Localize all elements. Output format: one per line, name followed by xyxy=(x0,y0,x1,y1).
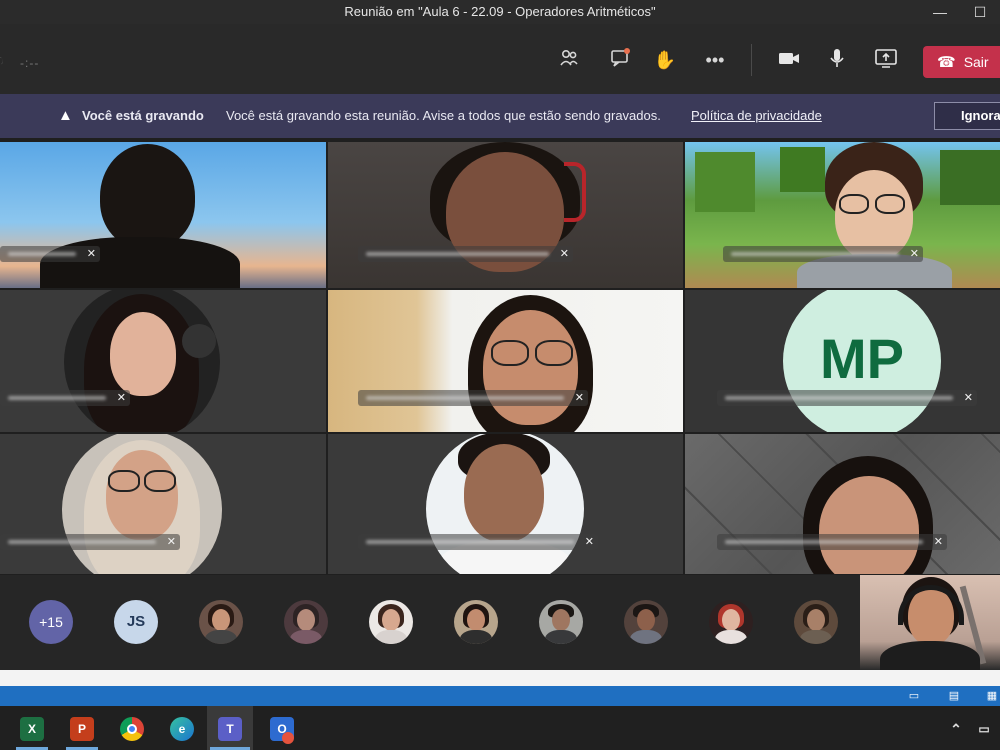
participant-avatar[interactable] xyxy=(284,600,328,644)
background-block xyxy=(780,147,825,192)
grid-icon[interactable]: ▦ xyxy=(984,688,1000,704)
mic-off-icon: ✕ xyxy=(116,392,126,404)
video-tile-6[interactable]: MP ✕ xyxy=(685,290,1000,432)
background-block xyxy=(695,152,755,212)
name-bar: ✕ xyxy=(0,246,100,262)
participant-avatar[interactable] xyxy=(624,600,668,644)
participant-face xyxy=(483,310,578,425)
name-bar: ✕ xyxy=(358,390,588,406)
window-status-strip xyxy=(0,670,1000,686)
chevron-up-icon[interactable]: ⌃ xyxy=(944,717,968,741)
participant-avatar[interactable] xyxy=(794,600,838,644)
minimize-icon[interactable]: — xyxy=(928,2,952,22)
name-bar: ✕ xyxy=(717,390,977,406)
window-title-bar: Reunião em "Aula 6 - 22.09 - Operadores … xyxy=(0,0,1000,24)
name-bar: ✕ xyxy=(358,246,573,262)
leave-button[interactable]: ☎ Sair xyxy=(923,46,1000,78)
recording-message: Você está gravando esta reunião. Avise a… xyxy=(226,108,661,123)
profile-photo xyxy=(62,434,222,574)
glasses xyxy=(535,340,573,366)
recording-banner: ▲ Você está gravando Você está gravando … xyxy=(0,94,1000,138)
video-tile-8[interactable]: ✕ xyxy=(328,434,683,574)
mic-off-icon: ✕ xyxy=(559,248,569,260)
toolbar-separator xyxy=(751,44,752,76)
edge-icon[interactable]: e xyxy=(170,717,194,741)
video-tile-3[interactable]: ✕ xyxy=(685,142,1000,288)
mic-off-icon: ✕ xyxy=(574,392,584,404)
participant-avatar[interactable] xyxy=(369,600,413,644)
headset xyxy=(564,162,586,222)
participant-avatar[interactable] xyxy=(539,600,583,644)
teams-icon[interactable]: T xyxy=(218,717,242,741)
mic-off-icon: ✕ xyxy=(584,536,594,548)
initials-avatar: MP xyxy=(783,290,941,432)
raise-hand-icon[interactable]: ✋ xyxy=(652,47,678,73)
chrome-icon[interactable] xyxy=(120,717,144,741)
mic-off-icon: ✕ xyxy=(963,392,973,404)
warning-icon: ▲ xyxy=(58,107,73,124)
notification-badge xyxy=(282,732,294,744)
privacy-policy-link[interactable]: Política de privacidade xyxy=(691,108,822,123)
name-bar: ✕ xyxy=(0,390,130,406)
microphone-icon[interactable] xyxy=(824,47,850,73)
self-view-video[interactable] xyxy=(860,575,1000,670)
participant-avatar-initials[interactable]: JS xyxy=(114,600,158,644)
hang-up-icon: ☎ xyxy=(937,54,956,71)
initials-text: MP xyxy=(820,327,904,390)
participant-silhouette xyxy=(100,144,195,249)
video-tile-4[interactable]: ✕ xyxy=(0,290,326,432)
background-block xyxy=(940,150,1000,205)
video-tile-9[interactable]: ✕ xyxy=(685,434,1000,574)
camera-icon[interactable] xyxy=(776,47,802,73)
back-icon[interactable]: ◐ xyxy=(0,47,12,73)
window-title: Reunião em "Aula 6 - 22.09 - Operadores … xyxy=(344,4,656,19)
video-tile-2[interactable]: ✕ xyxy=(328,142,683,288)
ignore-button[interactable]: Ignorar xyxy=(934,102,1000,130)
glasses xyxy=(491,340,529,366)
participant-avatar[interactable] xyxy=(709,600,753,644)
participant-avatar[interactable] xyxy=(454,600,498,644)
profile-photo xyxy=(64,290,220,432)
participant-body xyxy=(40,237,240,288)
participants-icon[interactable] xyxy=(556,47,582,73)
mic-off-icon: ✕ xyxy=(86,248,96,260)
profile-photo xyxy=(426,434,584,574)
network-icon[interactable]: ▭ xyxy=(972,717,996,741)
chat-icon[interactable] xyxy=(607,47,633,73)
mic-off-icon: ✕ xyxy=(166,536,176,548)
status-bar: ▭ ▤ ▦ xyxy=(0,686,1000,706)
overflow-participants-button[interactable]: +15 xyxy=(29,600,73,644)
participant-body xyxy=(880,641,980,670)
excel-icon[interactable]: X xyxy=(20,717,44,741)
powerpoint-icon[interactable]: P xyxy=(70,717,94,741)
video-tile-1[interactable]: ✕ xyxy=(0,142,326,288)
leave-label: Sair xyxy=(963,54,989,70)
share-screen-icon[interactable] xyxy=(873,47,899,73)
participant-avatar[interactable] xyxy=(199,600,243,644)
glasses xyxy=(839,194,869,214)
name-bar: ✕ xyxy=(717,534,947,550)
windows-taskbar: X P e T O ⌃ ▭ xyxy=(0,706,1000,750)
video-tile-7[interactable]: ✕ xyxy=(0,434,326,574)
mic-off-icon: ✕ xyxy=(933,536,943,548)
video-tile-5[interactable]: ✕ xyxy=(328,290,683,432)
glasses xyxy=(875,194,905,214)
maximize-icon[interactable]: ☐ xyxy=(968,2,992,22)
meeting-timer: -:-- xyxy=(20,56,40,70)
mic-off-icon: ✕ xyxy=(909,248,919,260)
name-bar: ✕ xyxy=(0,534,180,550)
name-bar: ✕ xyxy=(358,534,598,550)
view-icon[interactable]: ▭ xyxy=(906,688,922,704)
recording-title: Você está gravando xyxy=(82,108,204,123)
layout-icon[interactable]: ▤ xyxy=(946,688,962,704)
name-bar: ✕ xyxy=(723,246,923,262)
more-options-icon[interactable]: ••• xyxy=(702,47,728,73)
meeting-toolbar: ◐ -:-- ✋ ••• ☎ Sair xyxy=(0,24,1000,94)
